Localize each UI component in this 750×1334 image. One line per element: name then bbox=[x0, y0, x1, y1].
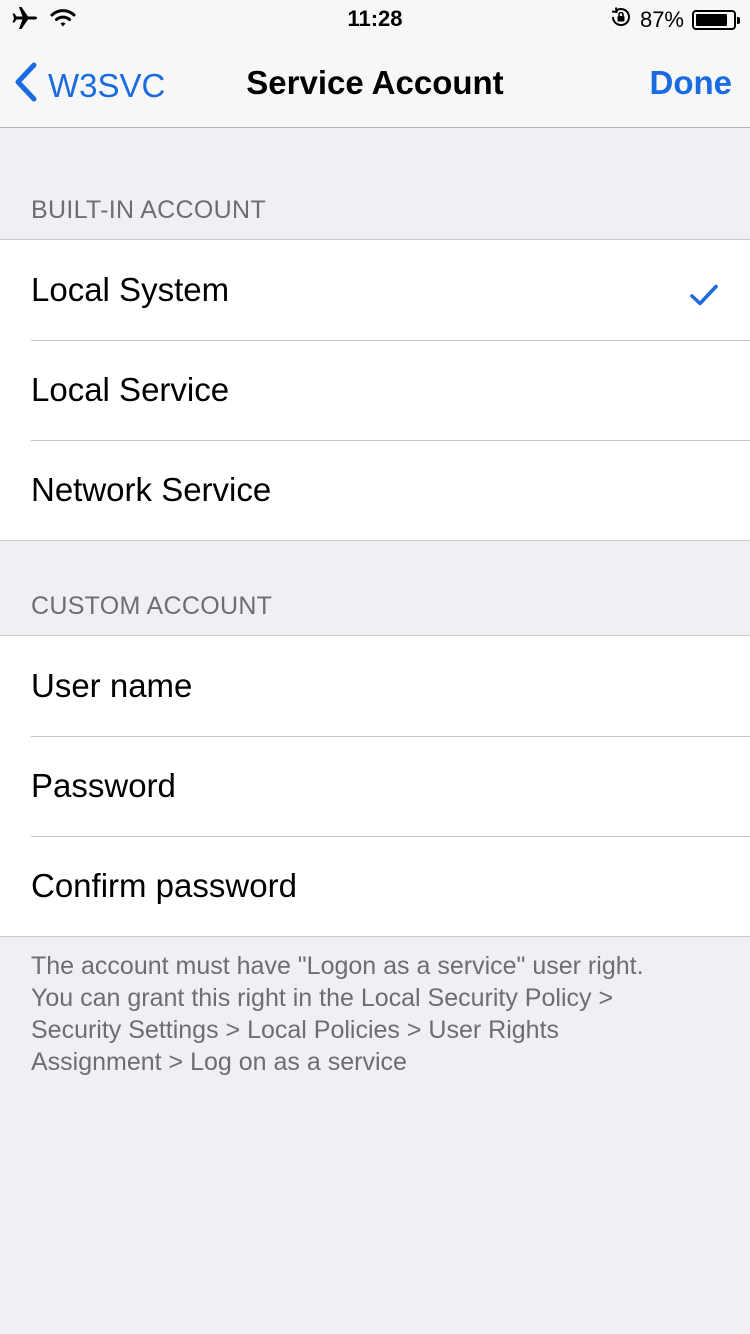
field-label: Confirm password bbox=[31, 867, 297, 904]
status-right: 87% bbox=[610, 6, 740, 34]
option-label: Network Service bbox=[31, 471, 272, 508]
battery-percent: 87% bbox=[639, 7, 684, 32]
option-network-service[interactable]: Network Service bbox=[0, 440, 750, 540]
status-bar: 11:28 87% bbox=[0, 0, 750, 40]
battery-fill bbox=[696, 14, 728, 26]
rotation-lock-icon bbox=[610, 6, 632, 34]
confirm-password-field[interactable]: Confirm password bbox=[0, 836, 750, 936]
builtin-account-header: BUILT-IN ACCOUNT bbox=[31, 196, 266, 224]
user-name-field[interactable]: User name bbox=[0, 636, 750, 736]
option-label: Local System bbox=[31, 271, 230, 308]
footer-line: Security Settings > Local Policies > Use… bbox=[31, 1016, 560, 1044]
done-button[interactable]: Done bbox=[650, 64, 733, 102]
field-label: User name bbox=[31, 667, 193, 704]
builtin-account-list: Local System Local Service Network Servi… bbox=[0, 239, 750, 541]
navigation-bar: W3SVC Service Account Done bbox=[0, 40, 750, 128]
option-local-system[interactable]: Local System bbox=[0, 240, 750, 340]
custom-account-header: CUSTOM ACCOUNT bbox=[31, 592, 273, 620]
footer-line: You can grant this right in the Local Se… bbox=[31, 984, 614, 1012]
footer-note: The account must have "Logon as a servic… bbox=[31, 950, 721, 1078]
custom-account-form: User name Password Confirm password bbox=[0, 635, 750, 937]
password-field[interactable]: Password bbox=[0, 736, 750, 836]
option-label: Local Service bbox=[31, 371, 230, 408]
option-local-service[interactable]: Local Service bbox=[0, 340, 750, 440]
footer-line: The account must have "Logon as a servic… bbox=[31, 952, 644, 980]
back-button[interactable]: W3SVC bbox=[14, 62, 165, 110]
back-button-label: W3SVC bbox=[48, 67, 166, 104]
battery-icon bbox=[692, 10, 740, 30]
field-label: Password bbox=[31, 767, 176, 804]
checkmark-icon bbox=[690, 276, 718, 314]
chevron-left-icon bbox=[14, 62, 38, 110]
footer-line: Assignment > Log on as a service bbox=[31, 1048, 407, 1076]
